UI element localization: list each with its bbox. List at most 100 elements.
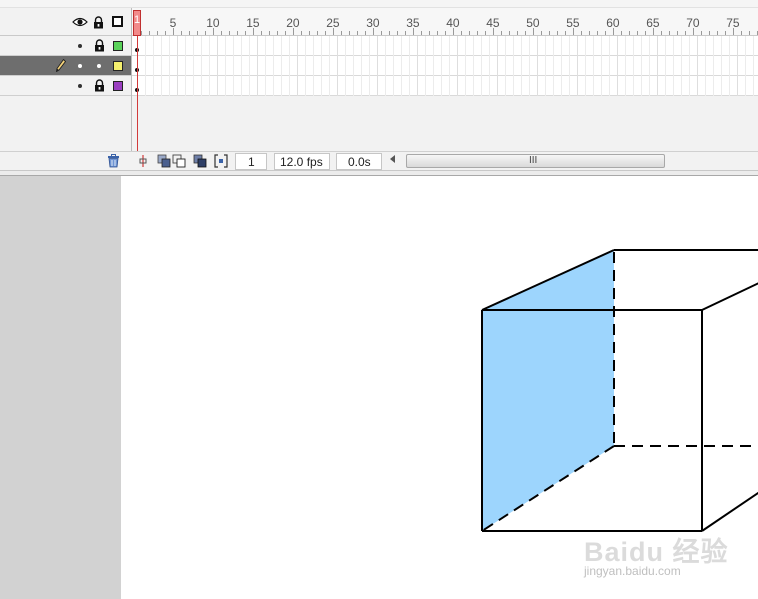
edit-multiple-frames-icon[interactable] bbox=[193, 154, 207, 168]
frame-grid-line bbox=[265, 36, 266, 96]
frame-grid-line bbox=[745, 36, 746, 96]
frame-grid[interactable] bbox=[132, 36, 758, 96]
lock-dot[interactable] bbox=[97, 64, 101, 68]
ruler-tick bbox=[557, 31, 558, 35]
ruler-tick bbox=[397, 31, 398, 35]
frame-grid-line bbox=[369, 36, 370, 96]
scroll-left-arrow[interactable] bbox=[390, 155, 395, 163]
outline-icon[interactable] bbox=[112, 16, 123, 27]
frame-grid-line bbox=[193, 36, 194, 96]
center-frame-icon[interactable] bbox=[136, 154, 150, 168]
lock-icon[interactable] bbox=[94, 39, 105, 55]
frame-grid-line bbox=[569, 36, 570, 96]
frame-grid-line bbox=[385, 36, 386, 96]
ruler-tick bbox=[261, 31, 262, 35]
pasteboard bbox=[0, 176, 121, 599]
frame-grid-line bbox=[257, 36, 258, 96]
frame-grid-line bbox=[609, 36, 610, 96]
frame-grid-line bbox=[145, 36, 146, 96]
playhead-line bbox=[137, 36, 138, 152]
ruler-frame-number: 10 bbox=[206, 16, 220, 30]
trash-icon[interactable] bbox=[107, 154, 120, 171]
frame-grid-line bbox=[505, 36, 506, 96]
frame-rate-field[interactable]: 12.0 fps bbox=[274, 153, 330, 170]
ruler-tick bbox=[509, 31, 510, 35]
ruler-frame-number: 15 bbox=[246, 16, 260, 30]
frame-grid-line bbox=[481, 36, 482, 96]
ruler-frame-number: 60 bbox=[606, 16, 620, 30]
visibility-dot[interactable] bbox=[78, 44, 82, 48]
visibility-dot[interactable] bbox=[78, 84, 82, 88]
lock-icon[interactable] bbox=[94, 79, 105, 95]
onion-skin-icon[interactable] bbox=[157, 154, 171, 168]
ruler-tick bbox=[357, 31, 358, 35]
frame-grid-line bbox=[273, 36, 274, 96]
frame-ruler[interactable]: 5 10 15 20 25 30 35 40 45 50 55 60 65 70 75 bbox=[132, 8, 758, 36]
frame-grid-line bbox=[425, 36, 426, 96]
layer-panel bbox=[0, 8, 131, 151]
lock-icon[interactable] bbox=[93, 16, 104, 32]
ruler-tick bbox=[605, 31, 606, 35]
layer-row[interactable] bbox=[0, 76, 131, 96]
layer-color-swatch[interactable] bbox=[113, 61, 123, 71]
current-frame-field[interactable]: 1 bbox=[235, 153, 267, 170]
ruler-tick bbox=[237, 31, 238, 35]
ruler-tick bbox=[165, 31, 166, 35]
frame-grid-line bbox=[593, 36, 594, 96]
ruler-frame-number: 75 bbox=[726, 16, 740, 30]
layer-color-swatch[interactable] bbox=[113, 41, 123, 51]
layer-color-swatch[interactable] bbox=[113, 81, 123, 91]
layer-list-empty-area bbox=[0, 96, 131, 151]
frame-grid-line bbox=[337, 36, 338, 96]
eye-icon[interactable] bbox=[72, 17, 88, 30]
onion-skin-outlines-icon[interactable] bbox=[172, 154, 186, 168]
frame-grid-line bbox=[353, 36, 354, 96]
ruler-tick bbox=[269, 31, 270, 35]
frame-grid-line bbox=[289, 36, 290, 96]
ruler-tick bbox=[629, 31, 630, 35]
onion-markers-icon[interactable] bbox=[214, 154, 228, 168]
frame-grid-line bbox=[209, 36, 210, 96]
frame-grid-line bbox=[529, 36, 530, 96]
frame-grid-line bbox=[665, 36, 666, 96]
frame-grid-line bbox=[361, 36, 362, 96]
ruler-tick bbox=[221, 31, 222, 35]
horizontal-scrollbar-thumb[interactable]: III bbox=[406, 154, 665, 168]
frame-grid-line bbox=[521, 36, 522, 96]
ruler-tick bbox=[245, 31, 246, 35]
ruler-tick bbox=[485, 31, 486, 35]
ruler-frame-number: 50 bbox=[526, 16, 540, 30]
ruler-tick bbox=[229, 31, 230, 35]
ruler-tick bbox=[677, 31, 678, 35]
ruler-tick bbox=[389, 31, 390, 35]
ruler-tick bbox=[637, 31, 638, 35]
layer-row-selected[interactable] bbox=[0, 56, 131, 76]
ruler-tick bbox=[157, 31, 158, 35]
ruler-tick bbox=[445, 31, 446, 35]
frame-grid-line bbox=[697, 36, 698, 96]
layer-row[interactable] bbox=[0, 36, 131, 56]
elapsed-time-field[interactable]: 0.0s bbox=[336, 153, 382, 170]
ruler-tick bbox=[645, 31, 646, 35]
ruler-frame-number: 35 bbox=[406, 16, 420, 30]
ruler-tick bbox=[549, 31, 550, 35]
ruler-tick bbox=[661, 31, 662, 35]
frame-grid-line bbox=[497, 36, 498, 96]
ruler-frame-number: 45 bbox=[486, 16, 500, 30]
layer-toolbar bbox=[0, 151, 131, 170]
frame-grid-line bbox=[281, 36, 282, 96]
ruler-tick bbox=[565, 31, 566, 35]
playhead-frame-number: 1 bbox=[134, 14, 141, 26]
ruler-tick bbox=[501, 31, 502, 35]
scrollbar-grip: III bbox=[529, 155, 538, 166]
ruler-tick bbox=[309, 31, 310, 35]
frame-grid-line bbox=[449, 36, 450, 96]
frame-grid-line bbox=[473, 36, 474, 96]
visibility-dot[interactable] bbox=[78, 64, 82, 68]
frame-grid-line bbox=[401, 36, 402, 96]
ruler-tick bbox=[405, 31, 406, 35]
ruler-tick bbox=[277, 31, 278, 35]
ruler-frame-number: 30 bbox=[366, 16, 380, 30]
pencil-icon bbox=[55, 58, 67, 75]
frame-grid-line bbox=[177, 36, 178, 96]
